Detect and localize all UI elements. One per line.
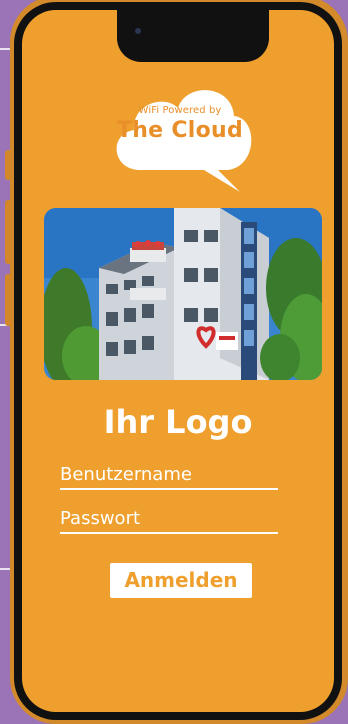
- password-placeholder: Passwort: [60, 508, 141, 529]
- login-screen: WiFi Powered by The Cloud Ihr Logo Benut…: [22, 10, 334, 712]
- username-field[interactable]: Benutzername: [60, 460, 278, 490]
- wifi-powered-by-text: WiFi Powered by: [138, 105, 222, 116]
- phone-side-button-middle: [5, 200, 13, 264]
- building-photo: [44, 208, 322, 380]
- camera-icon: [135, 28, 141, 34]
- username-placeholder: Benutzername: [60, 464, 192, 485]
- logo-placeholder-text: Ihr Logo: [103, 403, 253, 441]
- phone-side-button-top: [5, 150, 13, 180]
- phone-side-button-bottom: [5, 274, 13, 326]
- the-cloud-logo: WiFi Powered by The Cloud: [104, 70, 256, 194]
- phone-notch: [117, 10, 269, 62]
- password-field[interactable]: Passwort: [60, 504, 278, 534]
- the-cloud-brand-name: The Cloud: [116, 118, 244, 143]
- login-button[interactable]: Anmelden: [110, 563, 252, 598]
